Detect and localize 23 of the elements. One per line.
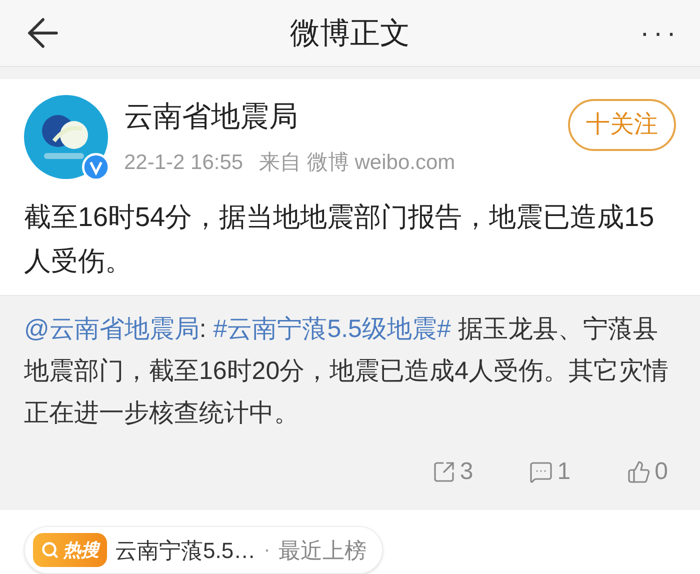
post-text: 截至16时54分，据当地地震部门报告，地震已造成15人受伤。 (24, 201, 656, 278)
post-source: 来自 微博 weibo.com (259, 150, 456, 176)
comment-button[interactable]: 1 (529, 454, 571, 490)
comment-icon (529, 460, 554, 484)
separator-dot: · (264, 538, 270, 563)
mention-link[interactable]: @云南省地震局 (24, 315, 200, 343)
avatar-logo-icon (24, 95, 108, 179)
post-time: 22-1-2 16:55 (124, 150, 244, 176)
thumbs-up-icon (626, 460, 651, 484)
search-icon (41, 541, 59, 559)
share-icon (432, 460, 456, 484)
author-name[interactable]: 云南省地震局 (124, 96, 552, 139)
repost-button[interactable]: 3 (432, 454, 474, 490)
like-button[interactable]: 0 (626, 454, 668, 490)
hot-status: 最近上榜 (278, 536, 366, 564)
hot-search-chip[interactable]: 热搜 云南宁蒗5.5… · 最近上榜 (24, 526, 384, 574)
hot-search-badge: 热搜 (33, 533, 107, 567)
more-button[interactable]: ··· (640, 12, 680, 54)
page-title: 微博正文 (290, 16, 410, 52)
follow-button[interactable]: 十关注 (568, 99, 676, 151)
repost-text: @云南省地震局: #云南宁蒗5.5级地震# 据玉龙县、宁蒗县地震部门，截至16时20分，地震已造成4人受伤。其它灾情正在进一步核查统计中。 (24, 314, 670, 429)
hot-topic: 云南宁蒗5.5… (115, 536, 256, 564)
topic-link[interactable]: #云南宁蒗5.5级地震# (213, 315, 451, 343)
